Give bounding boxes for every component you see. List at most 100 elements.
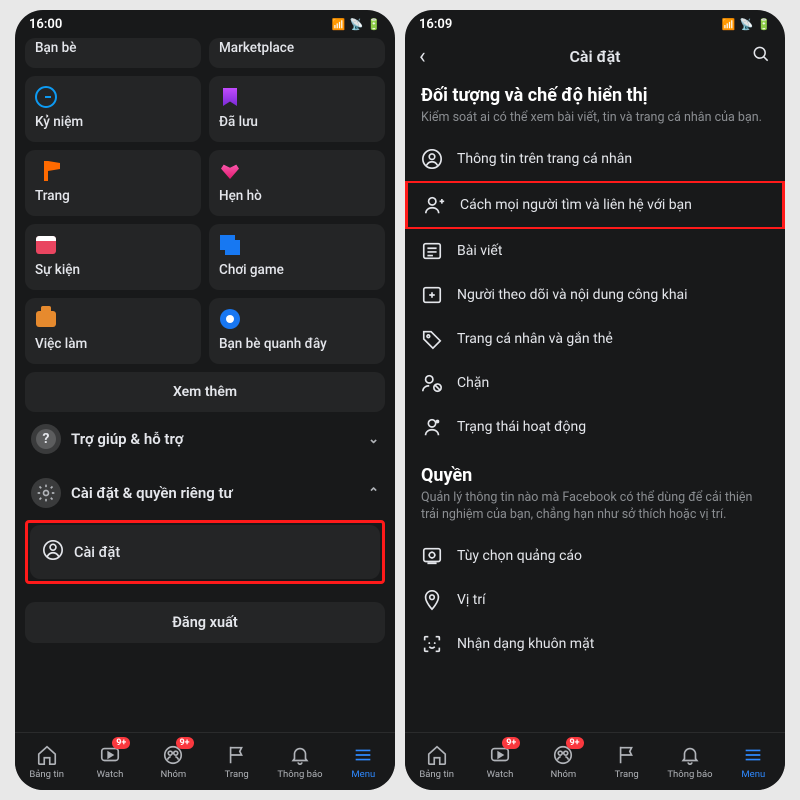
item-blocking[interactable]: Chặn — [405, 361, 785, 405]
search-button[interactable] — [747, 44, 771, 69]
item-label: Vị trí — [457, 592, 486, 608]
home-icon — [36, 744, 58, 766]
item-profile-tagging[interactable]: Trang cá nhân và gắn thẻ — [405, 317, 785, 361]
section-audience: Đối tượng và chế độ hiển thị Kiểm soát a… — [405, 79, 785, 137]
item-followers[interactable]: Người theo dõi và nội dung công khai — [405, 273, 785, 317]
item-face-recognition[interactable]: Nhận dạng khuôn mặt — [405, 622, 785, 666]
tile-gaming[interactable]: Chơi game — [209, 224, 385, 290]
tile-label: Bạn bè quanh đây — [219, 336, 375, 352]
tab-label: Watch — [487, 769, 514, 780]
tile-label: Sự kiện — [35, 262, 191, 278]
tile-friends[interactable]: Bạn bè — [25, 38, 201, 68]
blocking-icon — [421, 372, 443, 394]
tile-marketplace[interactable]: Marketplace — [209, 38, 385, 68]
followers-icon — [421, 284, 443, 306]
tab-label: Trang — [615, 769, 639, 780]
tab-bar: Bảng tin 9+ Watch 9+ Nhóm Trang Thông bá… — [15, 732, 395, 790]
face-recognition-icon — [421, 633, 443, 655]
chevron-down-icon: ⌄ — [368, 432, 379, 447]
page-title: Cài đặt — [443, 47, 747, 66]
tile-label: Kỷ niệm — [35, 114, 191, 130]
tile-label: Chơi game — [219, 262, 375, 278]
tab-pages[interactable]: Trang — [595, 733, 658, 790]
badge: 9+ — [176, 737, 194, 749]
tile-pages[interactable]: Trang — [25, 150, 201, 216]
status-bar: 16:00 — [15, 10, 395, 38]
tab-menu[interactable]: Menu — [722, 733, 785, 790]
tile-dating[interactable]: Hẹn hò — [209, 150, 385, 216]
item-label: Nhận dạng khuôn mặt — [457, 636, 594, 652]
item-ad-preferences[interactable]: Tùy chọn quảng cáo — [405, 534, 785, 578]
tab-bar: Bảng tin 9+ Watch 9+ Nhóm Trang Thông bá… — [405, 732, 785, 790]
search-icon — [751, 44, 771, 64]
tab-watch[interactable]: 9+ Watch — [78, 733, 141, 790]
item-profile-info[interactable]: Thông tin trên trang cá nhân — [405, 137, 785, 181]
item-label: Trạng thái hoạt động — [457, 419, 586, 435]
battery-icon — [757, 17, 771, 32]
badge: 9+ — [566, 737, 584, 749]
section-desc: Quản lý thông tin nào mà Facebook có thể… — [421, 490, 769, 524]
tile-memories[interactable]: Kỷ niệm — [25, 76, 201, 142]
user-icon — [42, 539, 64, 565]
tab-notifications[interactable]: Thông báo — [268, 733, 331, 790]
back-button[interactable]: ‹ — [419, 44, 443, 69]
screen-settings: 16:09 ‹ Cài đặt Đối tượng và chế độ hiển… — [405, 10, 785, 790]
signal-icon — [722, 17, 736, 32]
tab-feed[interactable]: Bảng tin — [405, 733, 468, 790]
tag-icon — [421, 328, 443, 350]
tab-groups[interactable]: 9+ Nhóm — [142, 733, 205, 790]
item-label: Tùy chọn quảng cáo — [457, 548, 582, 564]
battery-icon — [367, 17, 381, 32]
tab-groups[interactable]: 9+ Nhóm — [532, 733, 595, 790]
see-more-label: Xem thêm — [173, 384, 237, 400]
logout-button[interactable]: Đăng xuất — [25, 602, 385, 643]
bell-icon — [679, 744, 701, 766]
tile-label: Đã lưu — [219, 114, 375, 130]
nearby-icon — [219, 308, 241, 330]
menu-body: Bạn bè Marketplace Kỷ niệm Đã lưu Trang … — [15, 38, 395, 732]
tab-pages[interactable]: Trang — [205, 733, 268, 790]
logout-label: Đăng xuất — [172, 614, 237, 631]
badge: 9+ — [502, 737, 520, 749]
tile-label: Trang — [35, 188, 191, 204]
wifi-icon — [740, 17, 754, 32]
saved-icon — [219, 86, 241, 108]
wifi-icon — [350, 17, 364, 32]
settings-label: Cài đặt — [74, 544, 120, 561]
settings-button[interactable]: Cài đặt — [30, 525, 380, 579]
tab-label: Bảng tin — [419, 769, 454, 780]
tab-notifications[interactable]: Thông báo — [658, 733, 721, 790]
tab-menu[interactable]: Menu — [332, 733, 395, 790]
chevron-up-icon: ⌃ — [368, 486, 379, 501]
see-more-button[interactable]: Xem thêm — [25, 372, 385, 412]
item-posts[interactable]: Bài viết — [405, 229, 785, 273]
gear-icon — [31, 478, 61, 508]
tile-saved[interactable]: Đã lưu — [209, 76, 385, 142]
posts-icon — [421, 240, 443, 262]
tile-jobs[interactable]: Việc làm — [25, 298, 201, 364]
screen-menu: 16:00 Bạn bè Marketplace Kỷ niệm Đã lưu — [15, 10, 395, 790]
menu-icon — [742, 744, 764, 766]
tile-label: Bạn bè — [35, 40, 191, 56]
tab-label: Nhóm — [550, 769, 576, 780]
item-label: Trang cá nhân và gắn thẻ — [457, 331, 613, 347]
settings-body: Đối tượng và chế độ hiển thị Kiểm soát a… — [405, 79, 785, 732]
item-location[interactable]: Vị trí — [405, 578, 785, 622]
settings-privacy-row[interactable]: Cài đặt & quyền riêng tư ⌃ — [25, 466, 385, 520]
item-label: Chặn — [457, 375, 489, 391]
item-find-contact[interactable]: Cách mọi người tìm và liên hệ với bạn — [405, 181, 785, 229]
menu-icon — [352, 744, 374, 766]
item-active-status[interactable]: Trạng thái hoạt động — [405, 405, 785, 449]
section-permissions: Quyền Quản lý thông tin nào mà Facebook … — [405, 449, 785, 534]
item-label: Bài viết — [457, 243, 502, 259]
flag-icon — [616, 744, 638, 766]
tab-watch[interactable]: 9+ Watch — [468, 733, 531, 790]
tab-label: Menu — [741, 769, 765, 780]
tab-feed[interactable]: Bảng tin — [15, 733, 78, 790]
tile-events[interactable]: Sự kiện — [25, 224, 201, 290]
tile-nearby-friends[interactable]: Bạn bè quanh đây — [209, 298, 385, 364]
header: ‹ Cài đặt — [405, 38, 785, 79]
jobs-icon — [35, 308, 57, 330]
home-icon — [426, 744, 448, 766]
help-support-row[interactable]: ? Trợ giúp & hỗ trợ ⌄ — [25, 412, 385, 466]
